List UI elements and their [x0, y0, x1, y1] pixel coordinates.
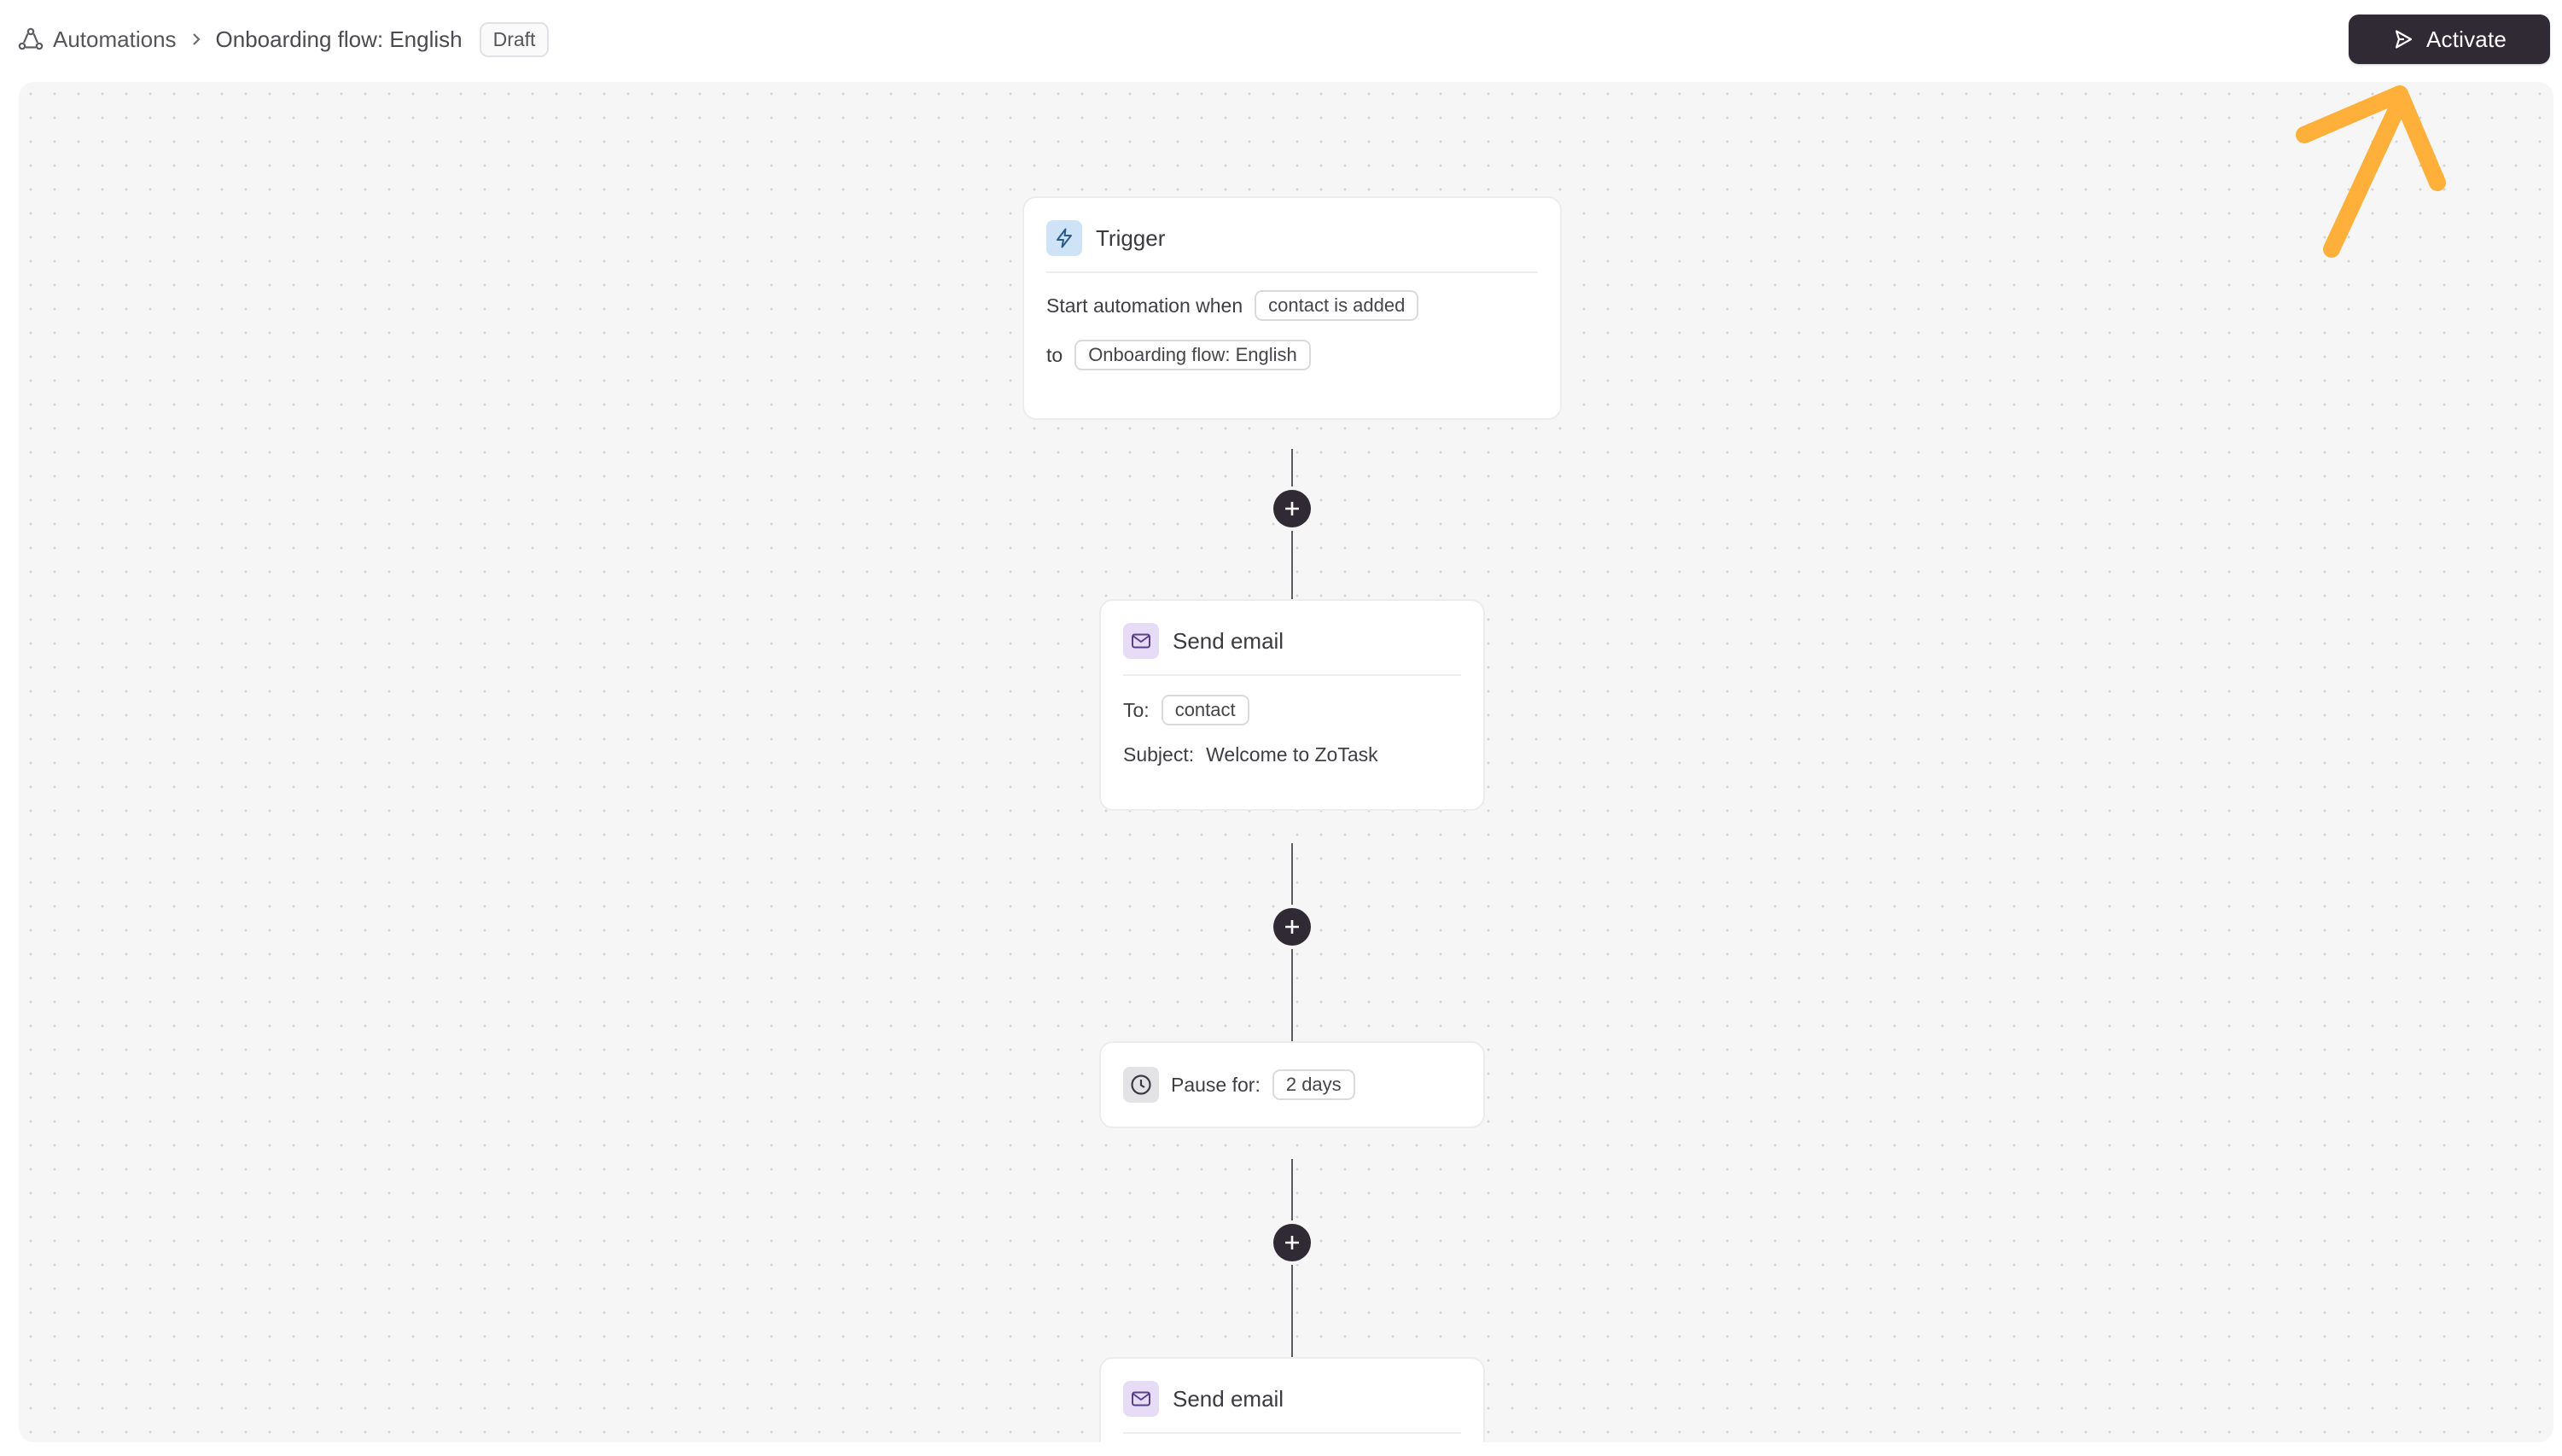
trigger-body: Start automation when contact is added t… — [1024, 278, 1560, 374]
trigger-header: Trigger — [1024, 198, 1560, 278]
send-email-title-2: Send email — [1173, 1385, 1284, 1412]
trigger-to-label: to — [1046, 343, 1063, 366]
send-email-header-2: Send email — [1101, 1359, 1483, 1439]
mail-icon — [1123, 623, 1159, 659]
clock-icon — [1123, 1067, 1159, 1103]
pause-node[interactable]: Pause for: 2 days — [1099, 1041, 1485, 1128]
status-badge: Draft — [479, 21, 550, 57]
breadcrumb: Automations Onboarding flow: English Dra… — [17, 20, 550, 58]
trigger-list-select[interactable]: Onboarding flow: English — [1074, 340, 1311, 370]
activate-button[interactable]: Activate — [2349, 15, 2550, 64]
trigger-title: Trigger — [1096, 224, 1166, 251]
plus-icon — [1285, 502, 1299, 515]
divider — [1046, 271, 1538, 273]
trigger-prefix: Start automation when — [1046, 294, 1243, 317]
send-email-node[interactable]: Send email To: contact Subject: Welcome … — [1099, 599, 1485, 811]
divider — [1123, 674, 1461, 676]
add-step-button[interactable] — [1273, 908, 1311, 946]
send-email-header: Send email — [1101, 601, 1483, 681]
pause-label: Pause for: — [1171, 1073, 1261, 1096]
workflow-canvas[interactable]: Trigger Start automation when contact is… — [19, 82, 2553, 1442]
email-to-label: To: — [1123, 698, 1150, 721]
lightning-icon — [1046, 220, 1082, 256]
send-email-title: Send email — [1173, 627, 1284, 654]
trigger-list-row: to Onboarding flow: English — [1046, 336, 1538, 374]
annotation-arrow-icon — [2296, 85, 2446, 258]
chevron-right-icon — [190, 32, 202, 47]
send-email-body: To: contact Subject: Welcome to ZoTask — [1101, 681, 1483, 773]
activate-label: Activate — [2425, 26, 2507, 52]
plus-icon — [1285, 1236, 1299, 1249]
add-step-button[interactable] — [1273, 1224, 1311, 1261]
trigger-condition-row: Start automation when contact is added — [1046, 287, 1538, 324]
email-subject-value[interactable]: Welcome to ZoTask — [1206, 743, 1378, 766]
automations-icon — [17, 26, 44, 53]
pause-row: Pause for: 2 days — [1101, 1043, 1483, 1127]
email-subject-label: Subject: — [1123, 743, 1195, 766]
trigger-node[interactable]: Trigger Start automation when contact is… — [1022, 196, 1562, 420]
send-email-node-2[interactable]: Send email — [1099, 1357, 1485, 1442]
trigger-event-select[interactable]: contact is added — [1255, 290, 1419, 321]
top-bar: Automations Onboarding flow: English Dra… — [0, 0, 2562, 79]
plus-icon — [1285, 920, 1299, 934]
breadcrumb-current: Onboarding flow: English — [215, 26, 463, 52]
play-icon — [2392, 28, 2414, 50]
mail-icon — [1123, 1381, 1159, 1417]
email-to-row: To: contact — [1123, 691, 1461, 729]
breadcrumb-automations-link[interactable]: Automations — [53, 26, 177, 53]
divider — [1123, 1432, 1461, 1434]
email-subject-row: Subject: Welcome to ZoTask — [1123, 736, 1461, 773]
add-step-button[interactable] — [1273, 490, 1311, 527]
email-to-select[interactable]: contact — [1161, 695, 1249, 725]
pause-duration-select[interactable]: 2 days — [1272, 1069, 1355, 1100]
